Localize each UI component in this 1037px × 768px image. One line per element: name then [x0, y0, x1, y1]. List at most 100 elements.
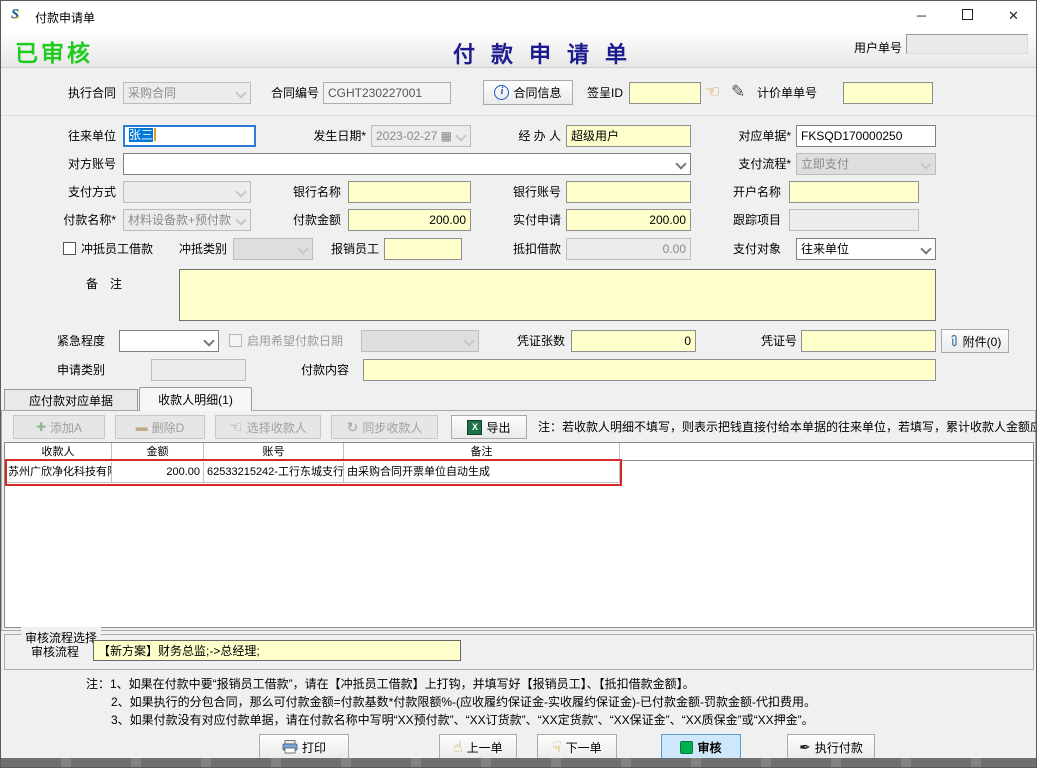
handler-label: 经 办 人 [501, 125, 561, 147]
edit-pencil-icon[interactable]: ✎ [731, 80, 745, 104]
payment-application-window: S 付款申请单 ─ ✕ 已审核 付款申请单 用户单号 执行合同 采购合同 合同编… [0, 0, 1037, 768]
maximize-button[interactable] [945, 1, 990, 31]
pay-amount-label: 付款金额 [284, 209, 341, 231]
chevron-down-icon [675, 158, 686, 169]
urgency-label: 紧急程度 [57, 330, 105, 352]
payee-table: 收款人 金额 账号 备注 苏州广欣净化科技有限公司 200.00 6253321… [4, 442, 1034, 628]
delete-payee-button: ▬ 删除D [115, 415, 205, 439]
page-title: 付款申请单 [453, 37, 643, 69]
select-payee-button: ☜ 选择收款人 [215, 415, 321, 439]
exec-contract-select: 采购合同 [123, 82, 251, 104]
actual-pay-field[interactable]: 200.00 [566, 209, 691, 231]
chevron-down-icon [203, 335, 214, 346]
pay-name-label: 付款名称* [36, 209, 116, 231]
print-button[interactable]: 打印 [259, 734, 349, 760]
attachment-button[interactable]: 附件(0) [941, 329, 1009, 353]
execute-payment-icon: ✒ [799, 739, 811, 756]
track-project-label: 跟踪项目 [721, 209, 781, 231]
apply-type-field [151, 359, 246, 381]
column-header-blank [620, 443, 1033, 461]
tab-payee-detail[interactable]: 收款人明细(1) [139, 387, 252, 411]
contract-info-button[interactable]: i 合同信息 [483, 80, 573, 105]
chevron-down-icon [235, 87, 246, 98]
selected-text: 张三 [129, 128, 153, 142]
voucher-no-field[interactable] [801, 330, 936, 352]
chevron-down-icon [455, 130, 466, 141]
cell-payee: 苏州广欣净化科技有限公司 [5, 462, 112, 483]
track-project-field [789, 209, 919, 231]
info-icon: i [494, 85, 509, 100]
offset-loan-label: 冲抵员工借款 [81, 238, 153, 260]
account-name-label: 开户名称 [721, 181, 781, 203]
deduct-loan-field: 0.00 [566, 238, 691, 260]
pay-content-label: 付款内容 [301, 359, 349, 381]
offset-loan-checkbox[interactable] [63, 242, 76, 255]
export-button[interactable]: X 导出 [451, 415, 527, 439]
occur-date-picker: 2023-02-27 ▦ [371, 125, 471, 147]
pricing-no-field[interactable] [843, 82, 933, 104]
reimburse-emp-field[interactable] [384, 238, 462, 260]
column-header-account: 账号 [204, 443, 344, 461]
partner-field[interactable]: 张三 [123, 125, 256, 147]
bank-account-field[interactable] [566, 181, 691, 203]
excel-icon: X [467, 420, 482, 435]
minimize-button[interactable]: ─ [899, 1, 944, 31]
execute-payment-button[interactable]: ✒ 执行付款 [787, 734, 875, 760]
doc-no-field[interactable]: FKSQD170000250 [796, 125, 936, 147]
hope-date-select [361, 330, 479, 352]
paperclip-icon [949, 334, 959, 348]
partner-label: 往来单位 [41, 125, 116, 147]
reimburse-emp-label: 报销员工 [321, 238, 379, 260]
maximize-icon [962, 9, 973, 20]
counter-account-label: 对方账号 [41, 153, 116, 175]
pay-target-label: 支付对象 [721, 238, 781, 260]
cell-account: 62533215242-工行东城支行-苏州 [204, 462, 344, 483]
pay-flow-label: 支付流程* [721, 153, 791, 175]
bank-account-label: 银行账号 [504, 181, 561, 203]
voucher-no-label: 凭证号 [749, 330, 797, 352]
chevron-down-icon [235, 214, 246, 225]
offset-type-select [233, 238, 313, 260]
account-name-field[interactable] [789, 181, 919, 203]
pay-target-select[interactable]: 往来单位 [796, 238, 936, 260]
tab-payable-docs[interactable]: 应付款对应单据 [4, 389, 138, 411]
next-doc-button[interactable]: ☟ 下一单 [537, 734, 617, 760]
divider [1, 115, 1036, 116]
window-bottom-edge [1, 758, 1037, 768]
voucher-count-field[interactable]: 0 [571, 330, 696, 352]
remark-textarea[interactable] [179, 269, 936, 321]
sync-icon: ↻ [347, 419, 359, 436]
urgency-select[interactable] [119, 330, 219, 352]
pay-flow-select: 立即支付 [796, 153, 936, 175]
text-cursor [154, 128, 156, 141]
hand-select-icon[interactable]: ☜ [705, 80, 720, 104]
voucher-count-label: 凭证张数 [507, 330, 565, 352]
window-title: 付款申请单 [35, 9, 95, 26]
bank-name-field[interactable] [348, 181, 471, 203]
user-no-field[interactable] [906, 34, 1028, 54]
sign-id-field[interactable] [629, 82, 701, 104]
cell-remark: 由采购合同开票单位自动生成 [344, 462, 620, 483]
status-stamp: 已审核 [15, 34, 93, 68]
close-button[interactable]: ✕ [991, 1, 1036, 31]
actual-pay-label: 实付申请 [504, 209, 561, 231]
cell-amount: 200.00 [112, 462, 204, 483]
approval-flow-field[interactable]: 【新方案】财务总监;->总经理; [93, 640, 461, 661]
apply-type-label: 申请类别 [57, 359, 105, 381]
pay-amount-field[interactable]: 200.00 [348, 209, 471, 231]
prev-doc-button[interactable]: ☝ 上一单 [439, 734, 517, 760]
chevron-down-icon [920, 158, 931, 169]
printer-icon [282, 740, 298, 754]
audit-button[interactable]: 审核 [661, 734, 741, 760]
column-header-remark: 备注 [344, 443, 620, 461]
footnote-2: 2、如果执行的分包合同，那么可付款金额=付款基数*付款限额%-(应收履约保证金-… [111, 693, 816, 710]
hand-down-icon: ☟ [552, 738, 561, 756]
pay-content-field[interactable] [363, 359, 936, 381]
occur-date-label: 发生日期* [294, 125, 366, 147]
counter-account-select[interactable] [123, 153, 691, 175]
handler-field[interactable]: 超级用户 [566, 125, 691, 147]
chevron-down-icon [920, 243, 931, 254]
exec-contract-label: 执行合同 [41, 82, 116, 104]
hand-up-icon: ☝ [453, 738, 462, 756]
app-icon: S [11, 7, 28, 24]
